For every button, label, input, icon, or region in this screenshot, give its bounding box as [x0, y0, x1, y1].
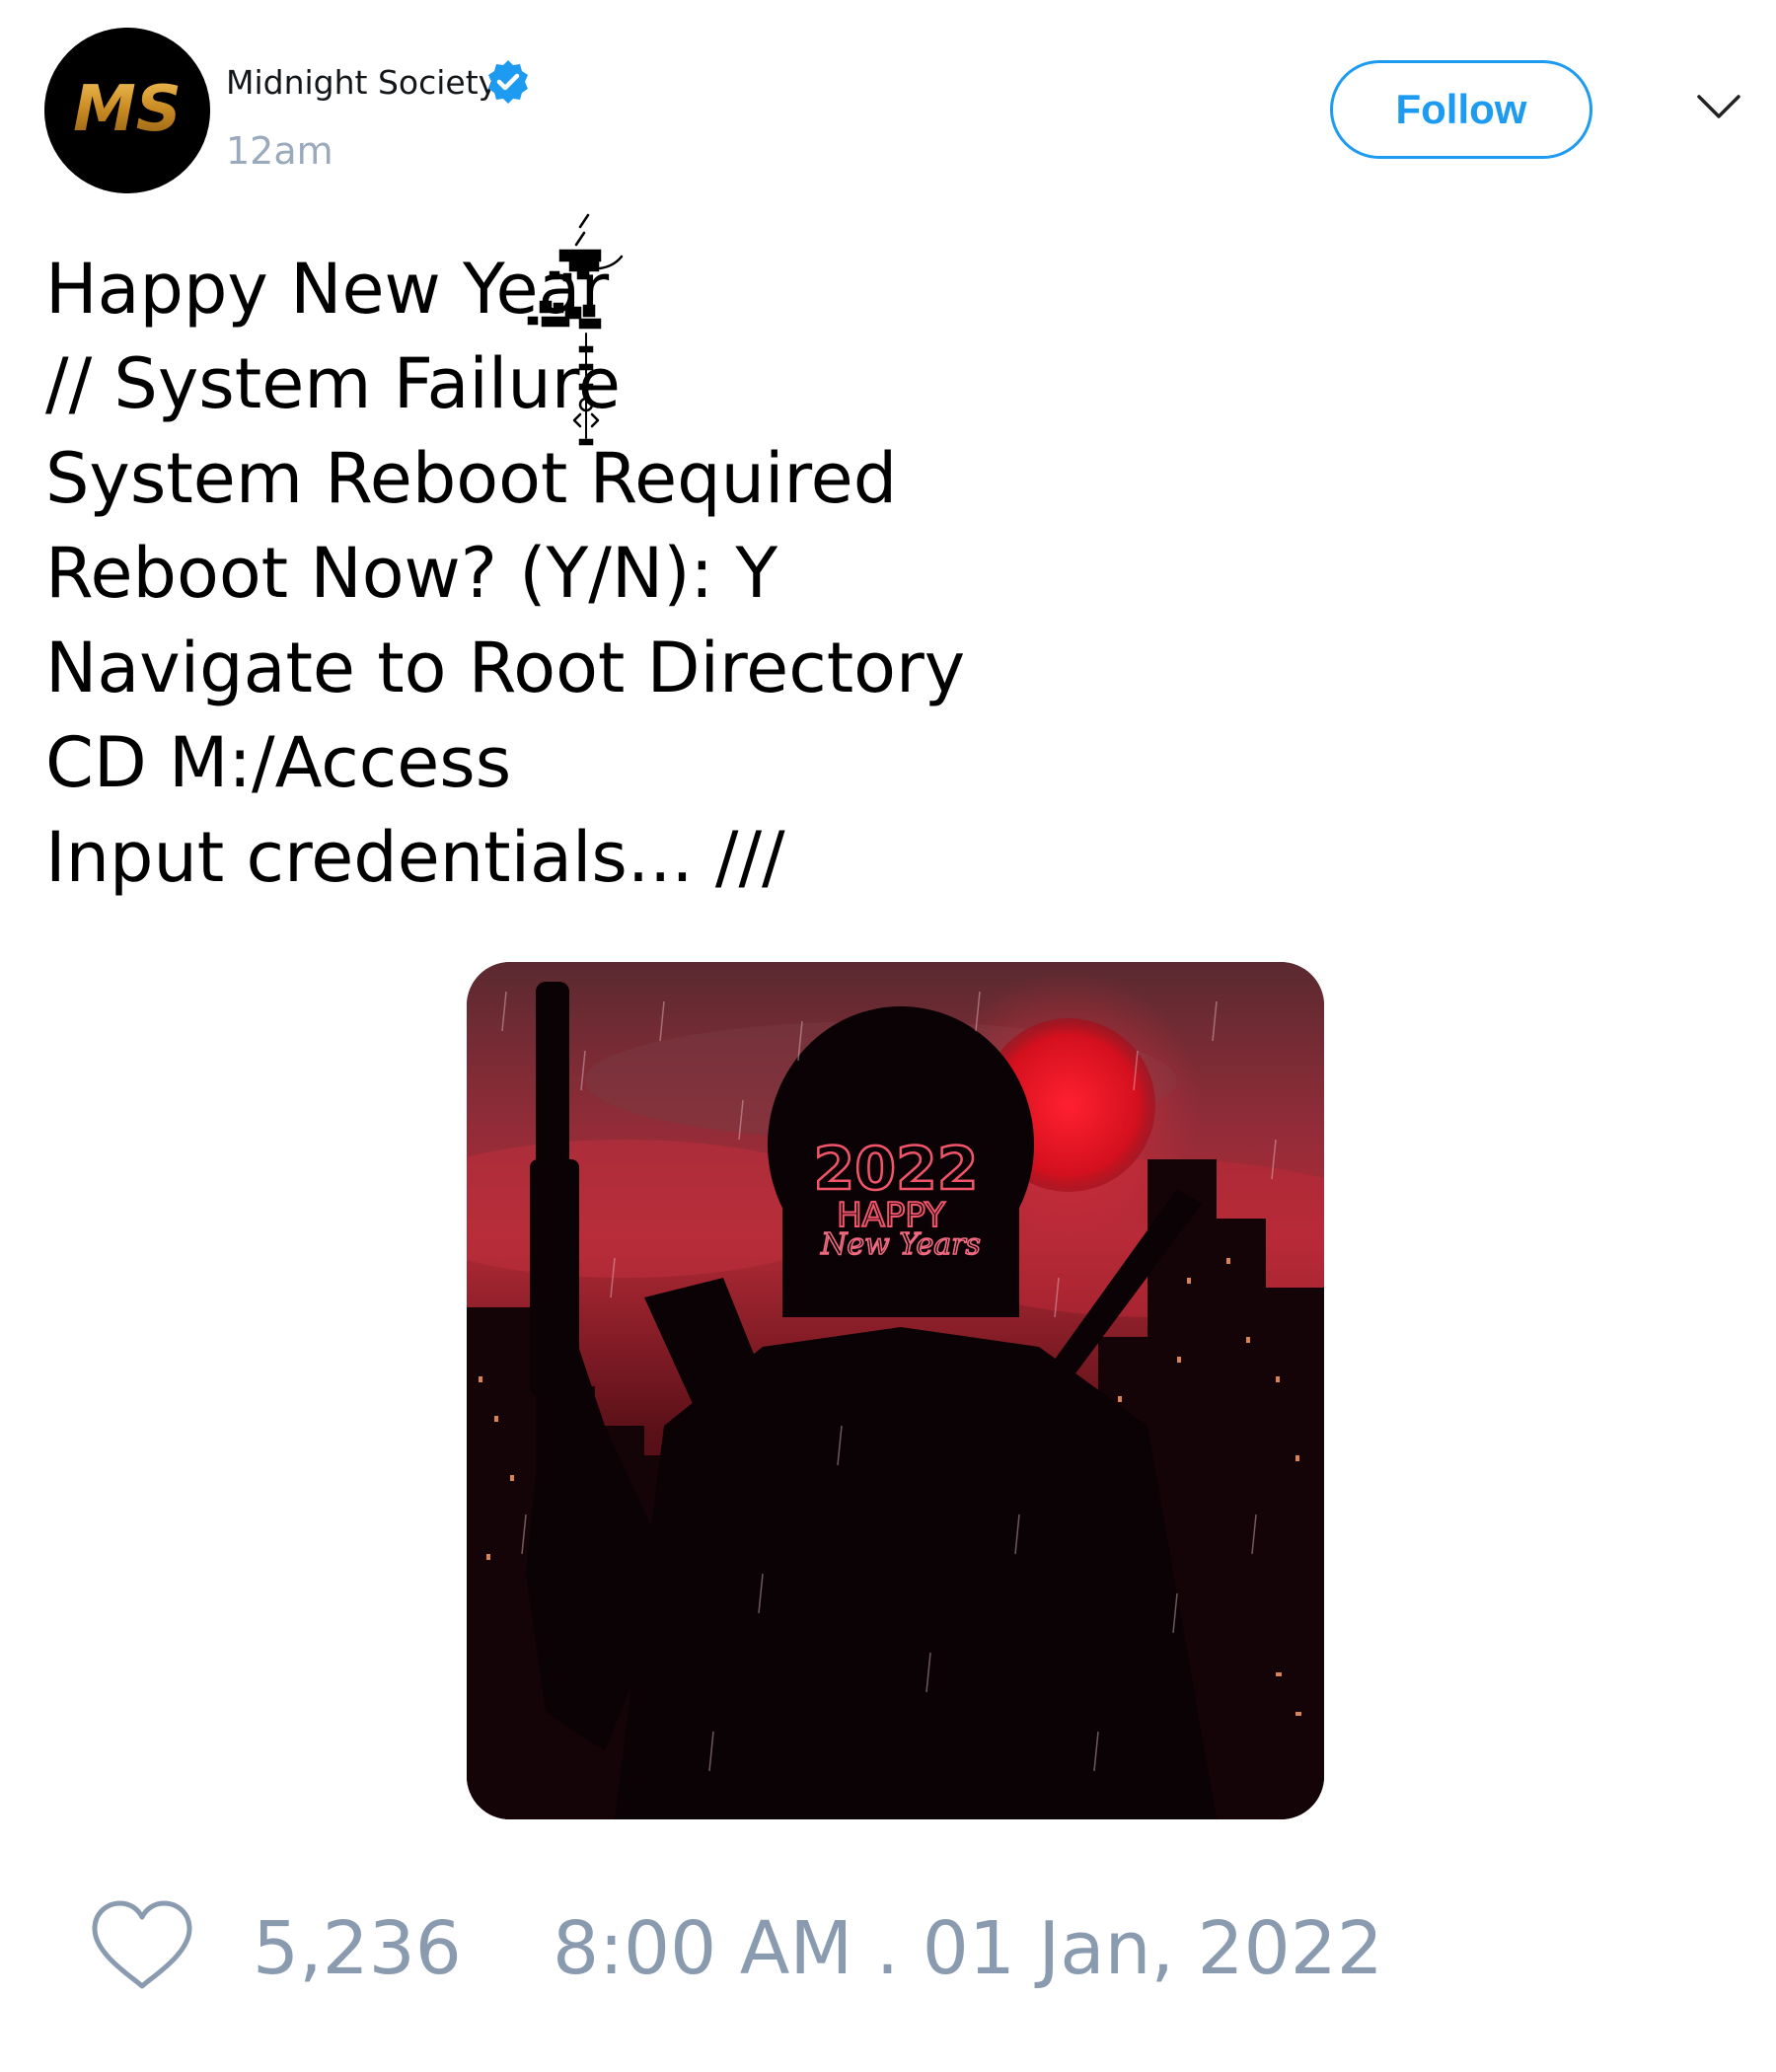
tweet-line: Happy New Year — [45, 249, 610, 330]
avatar[interactable]: MS — [44, 28, 210, 193]
follow-button[interactable]: Follow — [1330, 60, 1592, 159]
post-time[interactable]: 12am — [226, 129, 333, 173]
tweet-card: MS Midnight Society 12am Follow Happy Ne… — [0, 0, 1776, 2072]
ms-logo-icon: MS — [44, 28, 210, 193]
tweet-line: CD M:/Access — [45, 722, 512, 803]
tweet-line: // System Failure — [45, 343, 622, 424]
verified-badge-icon — [484, 58, 532, 106]
post-image[interactable]: 2022 HAPPY New Years — [467, 962, 1324, 1819]
author-name[interactable]: Midnight Society — [226, 63, 497, 103]
visor-year: 2022 — [814, 1135, 979, 1204]
avatar-initials: MS — [73, 73, 182, 146]
visor-new-years: New Years — [820, 1227, 981, 1262]
tweet-text: Happy New Year // System Failure System … — [45, 242, 1525, 905]
tweet-line: System Reboot Required — [45, 438, 898, 519]
post-datetime[interactable]: 8:00 AM . 01 Jan, 2022 — [553, 1906, 1383, 1991]
chevron-down-icon[interactable] — [1695, 91, 1742, 122]
tweet-line: Reboot Now? (Y/N): Y — [45, 533, 778, 614]
like-count[interactable]: 5,236 — [253, 1906, 462, 1991]
tweet-line: Input credentials... /// — [45, 817, 785, 898]
heart-icon[interactable] — [89, 1899, 195, 1994]
glitch-characters — [511, 211, 629, 458]
tweet-line: Navigate to Root Directory — [45, 628, 966, 708]
